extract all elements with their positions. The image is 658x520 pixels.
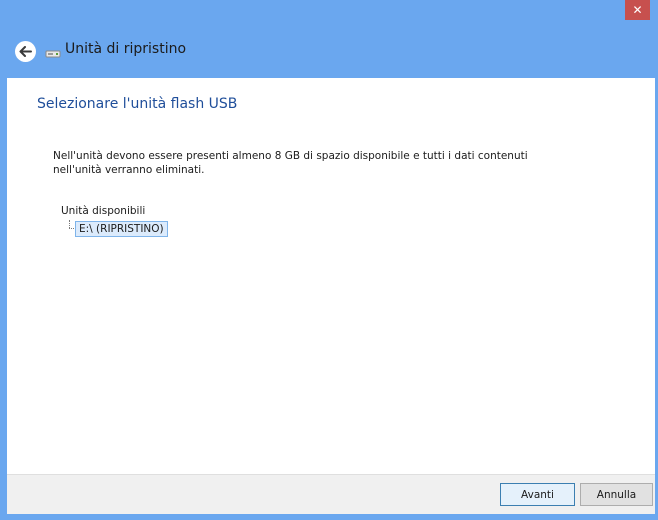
page-heading: Selezionare l'unità flash USB	[37, 96, 238, 112]
close-button[interactable]: ✕	[625, 0, 650, 20]
back-button[interactable]	[15, 41, 36, 62]
wizard-content: Selezionare l'unità flash USB Nell'unità…	[7, 78, 655, 474]
description-line-2: nell'unità verranno eliminati.	[53, 164, 205, 176]
usb-drive-icon	[45, 50, 61, 58]
drive-list-item[interactable]: E:\ (RIPRISTINO)	[75, 221, 168, 237]
window-title: Unità di ripristino	[65, 41, 187, 57]
cancel-button[interactable]: Annulla	[580, 483, 653, 506]
wizard-window: ✕ Unità di ripristino Selezionare l'unit…	[0, 0, 658, 520]
back-arrow-icon	[19, 46, 32, 57]
wizard-header: Unità di ripristino	[0, 28, 658, 78]
close-icon: ✕	[632, 3, 643, 17]
description-line-1: Nell'unità devono essere presenti almeno…	[53, 150, 528, 162]
description-text: Nell'unità devono essere presenti almeno…	[53, 149, 573, 177]
wizard-footer: Avanti Annulla	[7, 474, 655, 514]
title-bar: ✕	[0, 0, 658, 28]
tree-connector	[69, 220, 70, 228]
available-drives-label: Unità disponibili	[61, 205, 146, 217]
next-button[interactable]: Avanti	[500, 483, 575, 506]
